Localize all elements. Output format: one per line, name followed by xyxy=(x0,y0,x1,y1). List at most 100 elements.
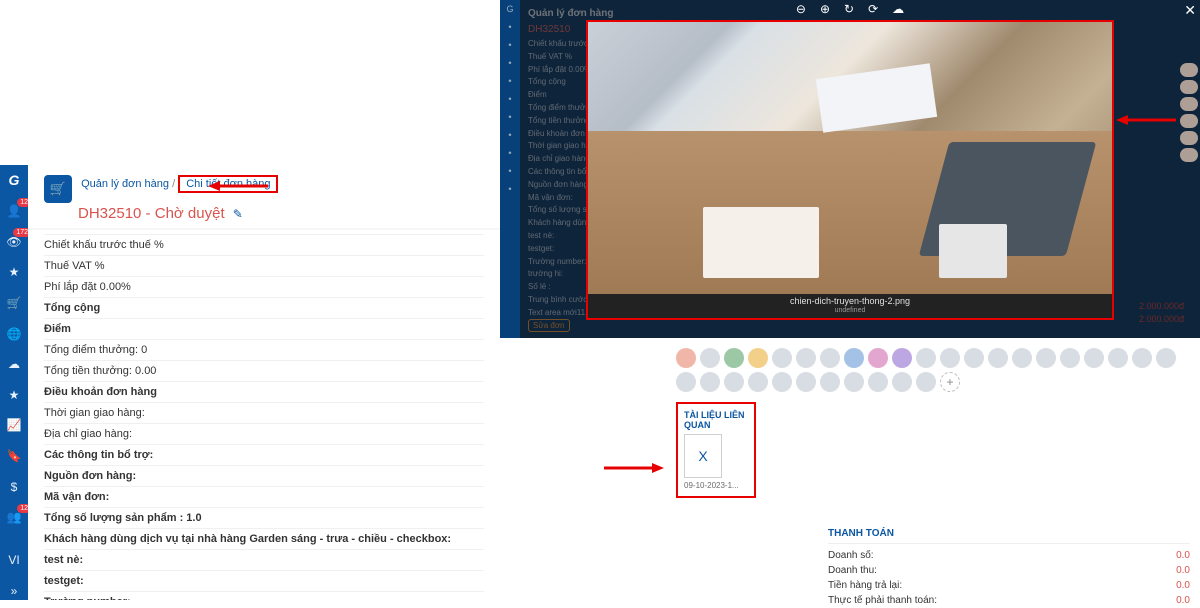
row-installfee: Phí lắp đặt 0.00% xyxy=(44,281,131,293)
section-header: TÀI LIỆU LIÊN QUAN xyxy=(684,410,748,430)
row-extra-hdr: Các thông tin bổ trợ: xyxy=(44,449,153,461)
document-thumbnail[interactable]: X xyxy=(684,434,722,478)
avatar[interactable] xyxy=(1132,348,1152,368)
avatar[interactable] xyxy=(844,348,864,368)
row-test: test nè: xyxy=(44,554,83,566)
avatar[interactable] xyxy=(844,372,864,392)
avatar[interactable] xyxy=(796,372,816,392)
avatar[interactable] xyxy=(1156,348,1176,368)
cloud-icon: ☁ xyxy=(8,357,20,371)
row-terms-hdr: Điều khoản đơn hàng xyxy=(44,386,157,398)
close-icon[interactable]: ✕ xyxy=(1184,2,1196,19)
avatar[interactable] xyxy=(772,348,792,368)
order-title: DH32510 - Chờ duyệt ✎ xyxy=(78,205,484,222)
row-points: Tổng điểm thưởng: 0 xyxy=(44,344,147,356)
row-testget: testget: xyxy=(44,575,84,587)
add-avatar-button[interactable]: + xyxy=(940,372,960,392)
bookmark-icon: 🔖 xyxy=(7,449,22,463)
star-icon: ★ xyxy=(9,388,20,402)
avatar[interactable] xyxy=(892,348,912,368)
avatar[interactable] xyxy=(1036,348,1056,368)
sidebar-item-bookmark[interactable]: 🔖 xyxy=(3,447,25,466)
avatar[interactable] xyxy=(796,348,816,368)
pay-row-label: Thực tế phải thanh toán: xyxy=(828,595,937,606)
row-points-hdr: Điểm xyxy=(44,323,71,335)
sidebar-item-star[interactable]: ★ xyxy=(3,263,25,282)
row-shipcode: Mã vận đơn: xyxy=(44,491,109,503)
sidebar-item-globe[interactable]: 🌐 xyxy=(3,324,25,343)
row-discount: Chiết khấu trước thuế % xyxy=(44,239,164,251)
avatar[interactable] xyxy=(988,348,1008,368)
cart-icon: 🛒 xyxy=(44,175,72,203)
avatar[interactable] xyxy=(964,348,984,368)
row-qty: Tổng số lượng sản phẩm : 1.0 xyxy=(44,512,202,524)
row-delivery-time: Thời gian giao hàng: xyxy=(44,407,145,419)
pay-row-label: Doanh số: xyxy=(828,550,874,561)
sidebar-item-eye[interactable]: 👁172 xyxy=(3,232,25,251)
image-viewer[interactable]: chien-dich-truyen-thong-2.png undefined xyxy=(586,20,1114,320)
order-code: DH32510 xyxy=(78,205,141,222)
pay-row-value: 0.0 xyxy=(1176,550,1190,561)
pay-row-value: 0.0 xyxy=(1176,565,1190,576)
chart-icon: 📈 xyxy=(7,418,22,432)
avatar[interactable] xyxy=(940,348,960,368)
app-logo[interactable]: G xyxy=(3,171,25,190)
avatar[interactable] xyxy=(676,348,696,368)
zoom-in-icon[interactable]: ⊕ xyxy=(820,2,830,20)
globe-icon: 🌐 xyxy=(7,327,22,341)
dollar-icon: $ xyxy=(11,480,18,494)
annotation-arrow xyxy=(604,460,664,479)
avatar[interactable] xyxy=(1108,348,1128,368)
avatar[interactable] xyxy=(700,348,720,368)
pay-row-value: 0.0 xyxy=(1176,595,1190,606)
avatar[interactable] xyxy=(724,372,744,392)
lang-toggle[interactable]: VI xyxy=(3,551,25,570)
avatar[interactable] xyxy=(868,348,888,368)
sidebar-item-users[interactable]: 👥12 xyxy=(3,508,25,527)
avatar[interactable] xyxy=(772,372,792,392)
image-caption: chien-dich-truyen-thong-2.png undefined xyxy=(588,294,1112,318)
avatar[interactable] xyxy=(1084,348,1104,368)
avatar[interactable] xyxy=(676,372,696,392)
pay-row-label: Tiền hàng trả lại: xyxy=(828,580,902,591)
sidebar-item-chart[interactable]: 📈 xyxy=(3,416,25,435)
pay-row-label: Doanh thu: xyxy=(828,565,877,576)
refresh-icon[interactable]: ⟳ xyxy=(868,2,878,20)
collapse-toggle[interactable]: » xyxy=(3,581,25,600)
sidebar-item-cart[interactable]: 🛒 xyxy=(3,294,25,313)
star-icon: ★ xyxy=(9,265,20,279)
row-number: Trường number: xyxy=(44,596,131,600)
sidebar-item-star2[interactable]: ★ xyxy=(3,385,25,404)
image-content xyxy=(588,22,1112,294)
download-icon[interactable]: ☁ xyxy=(892,2,904,20)
rotate-icon[interactable]: ↻ xyxy=(844,2,854,20)
related-documents: TÀI LIỆU LIÊN QUAN X 09-10-2023-1... xyxy=(676,402,756,498)
row-bonus: Tổng tiền thưởng: 0.00 xyxy=(44,365,156,377)
avatar[interactable] xyxy=(892,372,912,392)
avatar[interactable] xyxy=(748,348,768,368)
avatar[interactable] xyxy=(916,348,936,368)
avatar[interactable] xyxy=(1012,348,1032,368)
image-viewer-toolbar: ⊖ ⊕ ↻ ⟳ ☁ xyxy=(500,2,1200,20)
sidebar-item-person[interactable]: 👤12 xyxy=(3,202,25,221)
zoom-out-icon[interactable]: ⊖ xyxy=(796,2,806,20)
avatar[interactable] xyxy=(868,372,888,392)
annotation-arrow xyxy=(208,178,268,197)
breadcrumb-root[interactable]: Quản lý đơn hàng xyxy=(81,178,169,190)
sidebar-nav: G 👤12 👁172 ★ 🛒 🌐 ☁ ★ 📈 🔖 $ 👥12 VI » xyxy=(0,165,28,600)
avatar[interactable] xyxy=(820,348,840,368)
annotation-arrow xyxy=(1116,112,1176,131)
pay-row-value: 0.0 xyxy=(1176,580,1190,591)
avatar[interactable] xyxy=(1060,348,1080,368)
edit-icon[interactable]: ✎ xyxy=(233,207,243,221)
avatar[interactable] xyxy=(916,372,936,392)
contact-avatars: + xyxy=(670,344,1190,396)
avatar[interactable] xyxy=(724,348,744,368)
order-status: Chờ duyệt xyxy=(155,205,225,222)
row-total: Tổng cộng xyxy=(44,302,100,314)
sidebar-item-cloud[interactable]: ☁ xyxy=(3,355,25,374)
avatar[interactable] xyxy=(748,372,768,392)
sidebar-item-money[interactable]: $ xyxy=(3,477,25,496)
avatar[interactable] xyxy=(820,372,840,392)
avatar[interactable] xyxy=(700,372,720,392)
